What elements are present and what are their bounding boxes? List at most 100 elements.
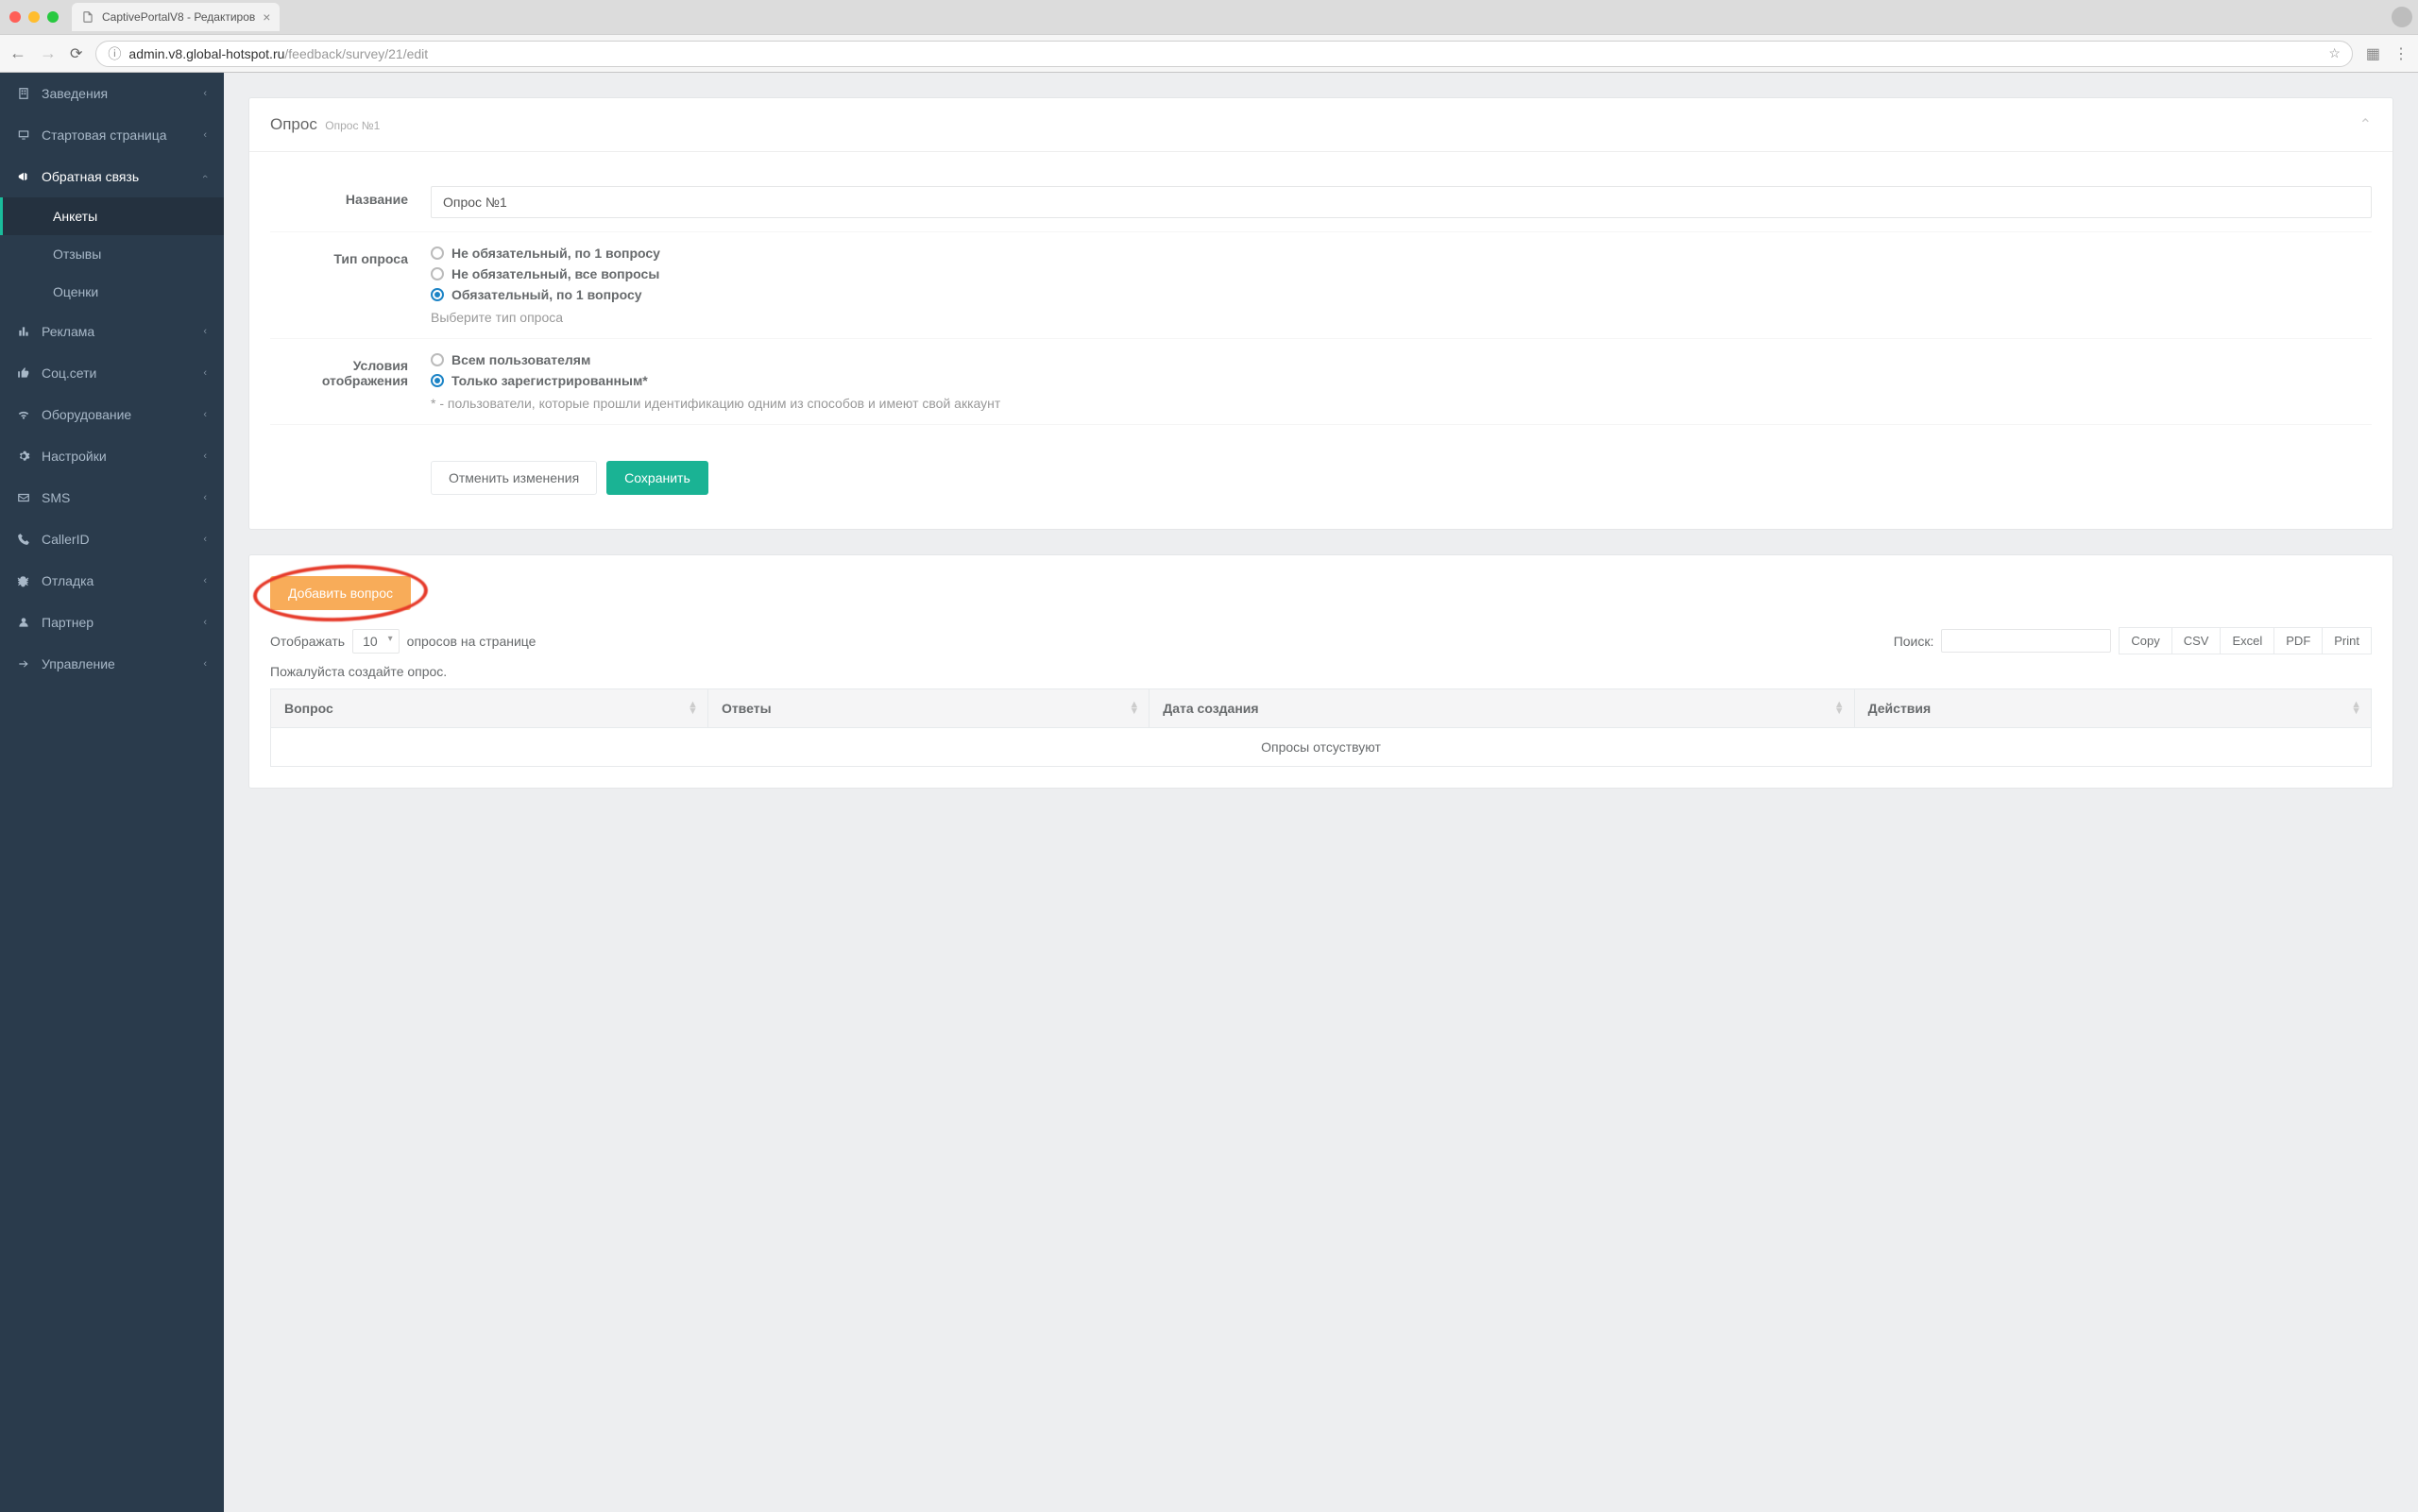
display-option-2[interactable]: Только зарегистрированным* <box>431 373 2372 388</box>
export-excel[interactable]: Excel <box>2221 627 2274 654</box>
sidebar-item-venues[interactable]: Заведения ‹ <box>0 73 224 114</box>
cogs-icon <box>17 450 30 463</box>
main-content: Опрос Опрос №1 ⌃ Название Тип опроса Не … <box>224 73 2418 1512</box>
collapse-icon[interactable]: ⌃ <box>2359 115 2372 134</box>
sort-icon: ▲▼ <box>688 702 698 715</box>
type-option-3[interactable]: Обязательный, по 1 вопросу <box>431 287 2372 302</box>
chevron-icon: ‹ <box>203 367 207 379</box>
sort-icon: ▲▼ <box>1129 702 1139 715</box>
chart-icon <box>17 325 30 338</box>
search-label: Поиск: <box>1894 634 1934 649</box>
empty-row: Опросы отсуствуют <box>271 728 2372 767</box>
envelope-icon <box>17 491 30 504</box>
sidebar-item-social[interactable]: Соц.сети ‹ <box>0 352 224 394</box>
page-size-select[interactable]: 10 <box>352 629 400 654</box>
export-copy[interactable]: Copy <box>2119 627 2171 654</box>
extension-icon[interactable]: ▦ <box>2366 44 2380 63</box>
bug-icon <box>17 574 30 587</box>
save-button[interactable]: Сохранить <box>606 461 708 495</box>
user-icon <box>17 616 30 629</box>
sidebar-item-sms[interactable]: SMS ‹ <box>0 477 224 518</box>
reload-button[interactable]: ⟳ <box>70 44 82 63</box>
display-help: * - пользователи, которые прошли идентиф… <box>431 396 2372 411</box>
sidebar-item-debug[interactable]: Отладка ‹ <box>0 560 224 602</box>
bookmark-icon[interactable]: ☆ <box>2328 45 2341 61</box>
chevron-icon: ‹ <box>203 326 207 337</box>
col-actions[interactable]: Действия▲▼ <box>1854 689 2371 728</box>
chevron-icon: ‹ <box>203 534 207 545</box>
sidebar-item-management[interactable]: Управление ‹ <box>0 643 224 685</box>
profile-avatar-icon[interactable] <box>2392 7 2412 27</box>
thumbs-up-icon <box>17 366 30 380</box>
document-icon <box>81 10 94 24</box>
panel-title: Опрос <box>270 115 317 133</box>
browser-chrome: CaptivePortalV8 - Редактиров × ← → ⟳ ⓘ a… <box>0 0 2418 73</box>
chevron-icon: ‹ <box>203 409 207 420</box>
empty-message: Пожалуйста создайте опрос. <box>270 664 2372 679</box>
sidebar-item-equipment[interactable]: Оборудование ‹ <box>0 394 224 435</box>
type-label: Тип опроса <box>270 246 431 325</box>
chevron-icon: ‹ <box>203 88 207 99</box>
sidebar-item-start-page[interactable]: Стартовая страница ‹ <box>0 114 224 156</box>
browser-tab[interactable]: CaptivePortalV8 - Редактиров × <box>72 3 280 31</box>
chevron-icon: ‹ <box>203 575 207 586</box>
questions-panel: Добавить вопрос Отображать 10 опросов на… <box>248 554 2393 789</box>
sidebar-subitem-surveys[interactable]: Анкеты <box>0 197 224 235</box>
building-icon <box>17 87 30 100</box>
arrow-right-icon <box>17 657 30 671</box>
megaphone-icon <box>17 170 30 183</box>
phone-icon <box>17 533 30 546</box>
chevron-icon: ‹ <box>203 450 207 462</box>
window-controls[interactable] <box>9 11 59 23</box>
type-help: Выберите тип опроса <box>431 310 2372 325</box>
url-host: admin.v8.global-hotspot.ru <box>128 46 284 61</box>
sidebar-item-callerid[interactable]: CallerID ‹ <box>0 518 224 560</box>
sort-icon: ▲▼ <box>2351 702 2361 715</box>
add-question-button[interactable]: Добавить вопрос <box>270 576 411 610</box>
show-suffix: опросов на странице <box>407 634 536 649</box>
chevron-icon: ‹ <box>203 129 207 141</box>
export-buttons: Copy CSV Excel PDF Print <box>2119 627 2372 654</box>
export-pdf[interactable]: PDF <box>2274 627 2323 654</box>
col-question[interactable]: Вопрос▲▼ <box>271 689 708 728</box>
col-date[interactable]: Дата создания▲▼ <box>1149 689 1854 728</box>
export-csv[interactable]: CSV <box>2172 627 2222 654</box>
sidebar-item-ads[interactable]: Реклама ‹ <box>0 311 224 352</box>
site-info-icon[interactable]: ⓘ <box>108 44 121 63</box>
sidebar-subitem-reviews[interactable]: Отзывы <box>0 235 224 273</box>
menu-icon[interactable]: ⋮ <box>2393 44 2409 63</box>
survey-name-input[interactable] <box>431 186 2372 218</box>
show-label: Отображать <box>270 634 345 649</box>
survey-panel: Опрос Опрос №1 ⌃ Название Тип опроса Не … <box>248 97 2393 530</box>
display-option-1[interactable]: Всем пользователям <box>431 352 2372 367</box>
chevron-icon: ‹ <box>203 617 207 628</box>
type-option-2[interactable]: Не обязательный, все вопросы <box>431 266 2372 281</box>
name-label: Название <box>270 186 431 218</box>
display-icon <box>17 128 30 142</box>
chevron-down-icon: ‹ <box>199 175 211 178</box>
display-label: Условия отображения <box>270 352 431 411</box>
type-option-1[interactable]: Не обязательный, по 1 вопросу <box>431 246 2372 261</box>
sort-icon: ▲▼ <box>1834 702 1845 715</box>
col-answers[interactable]: Ответы▲▼ <box>707 689 1149 728</box>
tab-title: CaptivePortalV8 - Редактиров <box>102 10 255 24</box>
chevron-icon: ‹ <box>203 658 207 670</box>
address-bar[interactable]: ⓘ admin.v8.global-hotspot.ru/feedback/su… <box>95 41 2352 67</box>
sidebar-item-feedback[interactable]: Обратная связь ‹ <box>0 156 224 197</box>
annotation-highlight: Добавить вопрос <box>270 576 411 610</box>
close-icon[interactable]: × <box>263 9 270 25</box>
url-path: /feedback/survey/21/edit <box>284 46 428 61</box>
forward-button[interactable]: → <box>40 43 57 63</box>
back-button[interactable]: ← <box>9 43 26 63</box>
export-print[interactable]: Print <box>2323 627 2372 654</box>
wifi-icon <box>17 408 30 421</box>
sidebar-item-settings[interactable]: Настройки ‹ <box>0 435 224 477</box>
questions-table: Вопрос▲▼ Ответы▲▼ Дата создания▲▼ Действ… <box>270 688 2372 767</box>
sidebar: Заведения ‹ Стартовая страница ‹ Обратна… <box>0 73 224 1512</box>
search-input[interactable] <box>1941 629 2111 653</box>
chevron-icon: ‹ <box>203 492 207 503</box>
panel-subtitle: Опрос №1 <box>325 119 380 132</box>
sidebar-item-partner[interactable]: Партнер ‹ <box>0 602 224 643</box>
sidebar-subitem-ratings[interactable]: Оценки <box>0 273 224 311</box>
cancel-button[interactable]: Отменить изменения <box>431 461 597 495</box>
